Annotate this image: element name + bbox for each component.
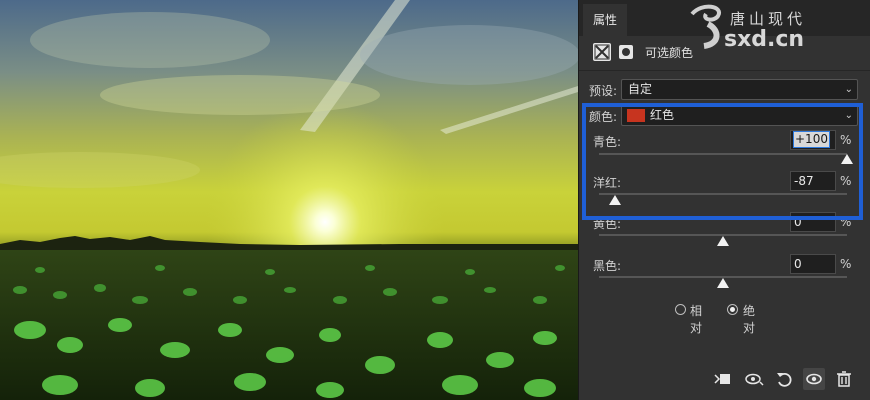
divider xyxy=(579,70,870,71)
preset-value: 自定 xyxy=(628,82,653,96)
chevron-down-icon: ⌄ xyxy=(844,84,853,95)
photo-canvas[interactable] xyxy=(0,0,578,400)
radio-absolute-label: 绝对 xyxy=(743,304,756,335)
highlight-box xyxy=(582,103,863,220)
black-value-field[interactable]: 0 xyxy=(790,254,836,274)
radio-absolute[interactable] xyxy=(727,304,738,315)
clip-to-layer-icon[interactable] xyxy=(711,368,733,390)
preset-dropdown[interactable]: 自定 ⌄ xyxy=(621,79,858,100)
preset-label: 预设: xyxy=(589,84,618,98)
watermark-cn-text: 唐山现代 xyxy=(730,10,806,28)
view-previous-icon[interactable] xyxy=(743,368,765,390)
adjustment-header: 可选颜色 xyxy=(593,42,863,64)
panel-footer xyxy=(579,364,870,392)
radio-relative-label: 相对 xyxy=(690,304,703,335)
percent-sign: % xyxy=(840,257,852,271)
field-photo xyxy=(0,0,578,400)
trash-icon[interactable] xyxy=(833,368,855,390)
adjustment-title: 可选颜色 xyxy=(645,46,694,60)
selective-color-icon xyxy=(593,43,611,61)
slider-label: 黑色: xyxy=(593,259,622,273)
visibility-icon[interactable] xyxy=(803,368,825,390)
reset-icon[interactable] xyxy=(773,368,795,390)
tab-properties[interactable]: 属性 xyxy=(583,4,628,36)
radio-relative[interactable] xyxy=(675,304,686,315)
slider-thumb[interactable] xyxy=(717,236,729,246)
mask-icon[interactable] xyxy=(619,45,633,59)
slider-thumb[interactable] xyxy=(717,278,729,288)
